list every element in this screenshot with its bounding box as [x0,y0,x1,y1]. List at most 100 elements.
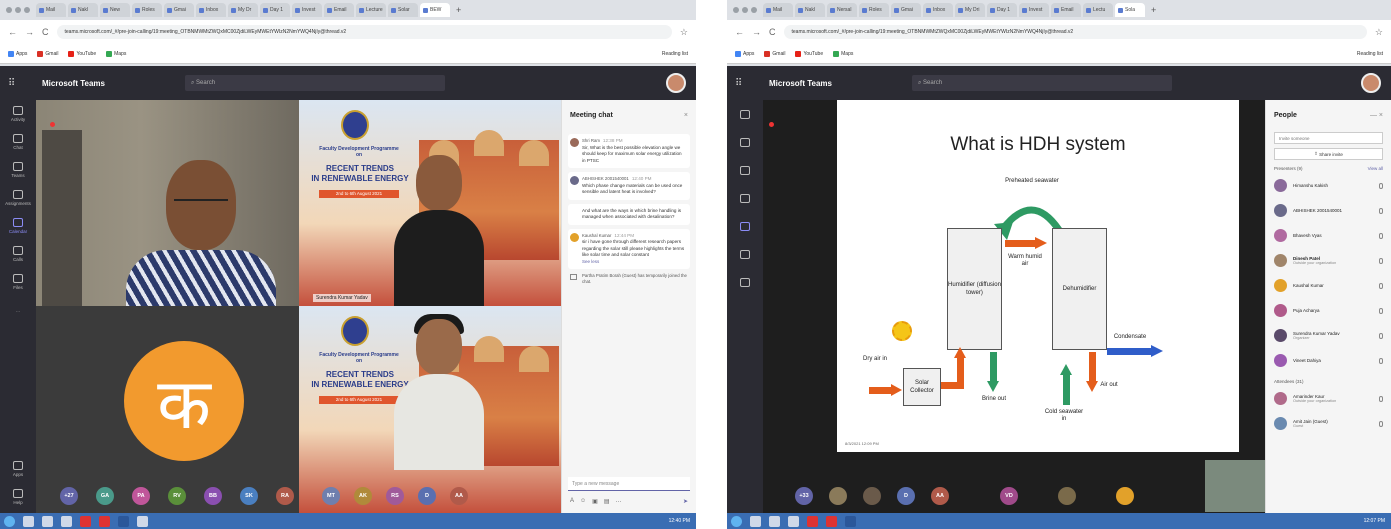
rail-calendar[interactable] [727,212,763,240]
search-input[interactable]: ⌕ Search [911,75,1172,91]
star-icon[interactable]: ☆ [680,27,688,38]
reading-list[interactable]: Reading list [662,51,688,57]
rail-activity[interactable]: Activity [0,100,36,128]
avatar[interactable]: +33 [795,487,813,505]
avatar[interactable]: AK [354,487,372,505]
reload-icon[interactable]: C [769,27,776,37]
word-icon[interactable] [118,515,129,527]
gif-icon[interactable]: ▣ [592,498,598,505]
invite-input[interactable]: Invite someone [1274,132,1383,144]
people-list-item[interactable]: Kaushal Kumar [1266,273,1391,298]
rail-files[interactable] [727,268,763,296]
self-video-preview[interactable] [1205,460,1265,512]
browser-tab[interactable]: Inbox [923,3,953,17]
avatar[interactable]: GA [96,487,114,505]
avatar[interactable]: AA [450,487,468,505]
browser-tab-active[interactable]: Sola [1115,3,1145,17]
avatar[interactable]: SK [240,487,258,505]
rail-apps[interactable]: Apps [0,455,36,483]
chrome-icon[interactable] [80,515,91,527]
taskbar-app-icon[interactable] [23,515,34,527]
bookmark-gmail[interactable]: Gmail [37,50,58,57]
people-list-item[interactable]: Puja Acharya [1266,298,1391,323]
rail-chat[interactable]: Chat [0,128,36,156]
browser-tab[interactable]: Lecture [356,3,386,17]
taskbar-app-icon[interactable] [61,515,72,527]
browser-tab[interactable]: Nakl [795,3,825,17]
pdf-icon[interactable] [99,515,110,527]
taskbar-app-icon[interactable] [750,515,761,527]
attach-icon[interactable]: ▤ [604,498,610,505]
people-list-item[interactable]: Surendra Kumar Yadav Organizer [1266,323,1391,348]
avatar[interactable]: RS [386,487,404,505]
avatar[interactable]: D [897,487,915,505]
share-invite-button[interactable]: ⇪ Share invite [1274,148,1383,160]
avatar[interactable]: PA [132,487,150,505]
browser-tab[interactable]: Gmai [164,3,194,17]
browser-tab[interactable]: Mail [36,3,66,17]
avatar[interactable] [829,487,847,505]
search-input[interactable]: ⌕ Search [184,75,445,91]
star-icon[interactable]: ☆ [1375,27,1383,38]
browser-tab[interactable]: Nakl [68,3,98,17]
avatar[interactable] [1361,73,1381,93]
emoji-icon[interactable]: ☺ [580,498,586,505]
address-bar[interactable]: teams.microsoft.com/_#/pre-join-calling/… [56,25,672,39]
browser-tab[interactable]: Day 1 [987,3,1017,17]
browser-tab[interactable]: Email [324,3,354,17]
bookmark-apps[interactable]: Apps [735,50,754,57]
new-tab-button[interactable]: + [456,5,461,15]
avatar[interactable]: D [418,487,436,505]
people-list-item[interactable]: Dinesh Patel Outside your organization [1266,248,1391,273]
rail-calls[interactable]: Calls [0,240,36,268]
browser-tab[interactable]: New [100,3,130,17]
rail-assignments[interactable] [727,184,763,212]
message-input[interactable]: Type a new message [568,477,690,491]
word-icon[interactable] [845,515,856,527]
browser-tab[interactable]: Solar [388,3,418,17]
taskbar-app-icon[interactable] [137,515,148,527]
more-icon[interactable]: … [616,498,622,505]
browser-tab[interactable]: Inbox [196,3,226,17]
view-all-link[interactable]: View all [1368,166,1383,171]
avatar[interactable] [863,487,881,505]
video-tile-participant[interactable] [36,100,299,306]
avatar[interactable]: +27 [60,487,78,505]
rail-calls[interactable] [727,240,763,268]
avatar[interactable]: RV [168,487,186,505]
people-list-item[interactable]: Amarinder Kaur Outside your organization [1266,386,1391,411]
rail-more[interactable]: ... [0,296,36,324]
reload-icon[interactable]: C [42,27,49,37]
chrome-icon[interactable] [807,515,818,527]
browser-tab[interactable]: Mail [763,3,793,17]
bookmark-youtube[interactable]: YouTube [795,50,823,57]
browser-tab[interactable]: Invest [1019,3,1049,17]
taskbar-app-icon[interactable] [42,515,53,527]
bookmark-youtube[interactable]: YouTube [68,50,96,57]
avatar[interactable]: RA [276,487,294,505]
browser-tab[interactable]: Day 1 [260,3,290,17]
browser-tab-active[interactable]: BEW [420,3,450,17]
new-tab-button[interactable]: + [1151,5,1156,15]
browser-tab[interactable]: Invest [292,3,322,17]
video-tile-logo[interactable]: क [36,306,299,513]
forward-icon[interactable]: → [25,27,34,37]
browser-tab[interactable]: Nersal [827,3,857,17]
rail-assignments[interactable]: Assignments [0,184,36,212]
bookmark-apps[interactable]: Apps [8,50,27,57]
format-icon[interactable]: A [570,498,574,505]
avatar[interactable] [1116,487,1134,505]
avatar[interactable]: BB [204,487,222,505]
back-icon[interactable]: ← [735,27,744,37]
start-icon[interactable] [4,515,15,527]
browser-tab[interactable]: Lectu [1083,3,1113,17]
bookmark-maps[interactable]: Maps [106,50,126,57]
pdf-icon[interactable] [826,515,837,527]
bookmark-maps[interactable]: Maps [833,50,853,57]
send-icon[interactable]: ➤ [683,498,688,505]
avatar[interactable]: VD [1000,487,1018,505]
video-tile-speaker[interactable]: Faculty Development Programme on RECENT T… [299,100,561,306]
people-list-item[interactable]: Vineet Dahiya [1266,348,1391,373]
forward-icon[interactable]: → [752,27,761,37]
bookmark-gmail[interactable]: Gmail [764,50,785,57]
